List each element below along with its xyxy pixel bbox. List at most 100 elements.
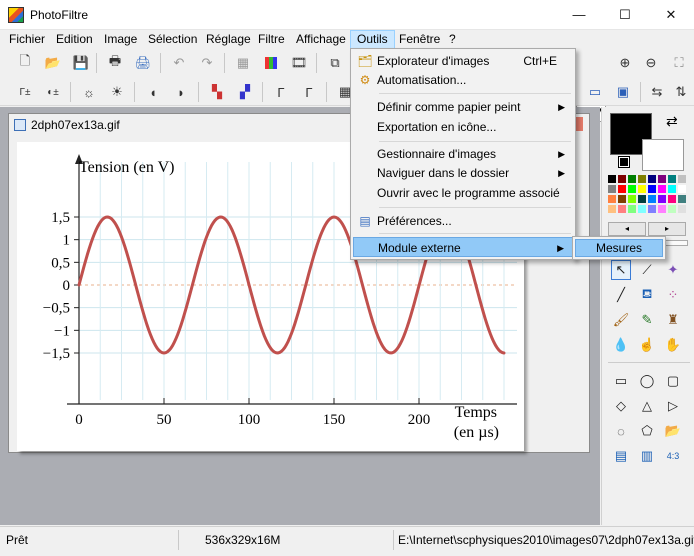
palette-swatch[interactable] <box>678 175 686 183</box>
stamp-icon[interactable]: ♜ <box>663 310 683 330</box>
image-size-icon[interactable]: ▭ <box>584 81 606 103</box>
menu-item-naviguer-dossier[interactable]: Naviguer dans le dossier ▶ <box>353 163 573 183</box>
palette-next-button[interactable]: ▸ <box>648 222 686 236</box>
selection-arrow-icon[interactable]: ↖ <box>611 260 631 280</box>
dimensions-icon[interactable]: ⧉ <box>324 52 346 74</box>
palette-swatch[interactable] <box>638 205 646 213</box>
palette-swatch[interactable] <box>608 175 616 183</box>
lasso-icon[interactable]: ◌ <box>611 421 631 441</box>
palette-swatch[interactable] <box>658 205 666 213</box>
flip-vertical-icon[interactable]: ⇅ <box>670 81 692 103</box>
transparency-icon[interactable]: ▦ <box>232 52 254 74</box>
scan-icon[interactable]: 🖨 <box>132 52 154 74</box>
palette-swatch[interactable] <box>648 175 656 183</box>
menu-outils[interactable]: Outils <box>350 30 395 49</box>
menu-item-explorateur[interactable]: 🗂 Explorateur d'images Ctrl+E <box>353 51 573 71</box>
color-palette[interactable] <box>608 175 690 219</box>
auto-contrast-icon[interactable]: ◐± <box>42 81 64 103</box>
menu-item-preferences[interactable]: ▤ Préférences... <box>353 211 573 231</box>
palette-swatch[interactable] <box>618 195 626 203</box>
flip-horizontal-icon[interactable]: ⇆ <box>646 81 668 103</box>
rectangle-shape-icon[interactable]: ▭ <box>611 371 631 391</box>
maximize-button[interactable]: ☐ <box>602 0 648 30</box>
fill-bucket-icon[interactable]: ⛾ <box>637 285 657 305</box>
menu-item-module-externe[interactable]: Module externe ▶ <box>353 237 573 257</box>
palette-swatch[interactable] <box>608 205 616 213</box>
palette-swatch[interactable] <box>668 185 676 193</box>
undo-icon[interactable]: ↶ <box>168 52 190 74</box>
palette-swatch[interactable] <box>678 185 686 193</box>
fit-window-icon[interactable]: ⛶ <box>668 52 690 74</box>
close-button[interactable]: ✕ <box>648 0 694 30</box>
palette-swatch[interactable] <box>668 205 676 213</box>
menu-edition[interactable]: Edition <box>50 30 99 49</box>
eyedropper-icon[interactable]: ⟋ <box>637 260 657 280</box>
palette-swatch[interactable] <box>638 195 646 203</box>
palette-swatch[interactable] <box>658 195 666 203</box>
open-folder-icon[interactable]: 📂 <box>42 52 64 74</box>
swap-colors-icon[interactable]: ⇄ <box>666 113 678 130</box>
auto-levels-icon[interactable]: Γ± <box>14 81 36 103</box>
palette-swatch[interactable] <box>618 205 626 213</box>
palette-swatch[interactable] <box>628 195 636 203</box>
save-icon[interactable]: 💾 <box>70 52 92 74</box>
palette-swatch[interactable] <box>608 185 616 193</box>
zoom-in-icon[interactable]: ⊕ <box>614 52 636 74</box>
saturation-plus-icon[interactable]: ▞ <box>234 81 256 103</box>
palette-prev-button[interactable]: ◂ <box>608 222 646 236</box>
menu-fichier[interactable]: Fichier <box>3 30 51 49</box>
menu-item-exportation-icone[interactable]: Exportation en icône... <box>353 117 573 137</box>
palette-swatch[interactable] <box>608 195 616 203</box>
palette-swatch[interactable] <box>628 175 636 183</box>
triangle-right-shape-icon[interactable]: ▷ <box>663 396 683 416</box>
menu-reglage[interactable]: Réglage <box>200 30 257 49</box>
line-icon[interactable]: ╱ <box>611 285 631 305</box>
menu-item-automatisation[interactable]: ⚙ Automatisation... <box>353 70 573 90</box>
palette-swatch[interactable] <box>648 185 656 193</box>
palette-swatch[interactable] <box>668 195 676 203</box>
blur-drop-icon[interactable]: 💧 <box>611 335 631 355</box>
brightness-plus-icon[interactable]: ☀ <box>106 81 128 103</box>
brightness-minus-icon[interactable]: ☼ <box>78 81 100 103</box>
film-icon[interactable]: 🎞 <box>288 52 310 74</box>
palette-swatch[interactable] <box>648 205 656 213</box>
palette-swatch[interactable] <box>628 205 636 213</box>
palette-swatch[interactable] <box>618 185 626 193</box>
triangle-shape-icon[interactable]: △ <box>637 396 657 416</box>
redo-icon[interactable]: ↷ <box>196 52 218 74</box>
diamond-shape-icon[interactable]: ◇ <box>611 396 631 416</box>
hand-icon[interactable]: ✋ <box>663 335 683 355</box>
rounded-rect-shape-icon[interactable]: ▢ <box>663 371 683 391</box>
palette-swatch[interactable] <box>678 205 686 213</box>
magic-wand-icon[interactable]: ✦ <box>663 260 683 280</box>
palette-swatch[interactable] <box>668 175 676 183</box>
menu-image[interactable]: Image <box>98 30 143 49</box>
menu-selection[interactable]: Sélection <box>142 30 203 49</box>
contrast-plus-icon[interactable]: ◗ <box>170 81 192 103</box>
palette-swatch[interactable] <box>658 185 666 193</box>
palette-swatch[interactable] <box>638 185 646 193</box>
menu-fenetre[interactable]: Fenêtre <box>393 30 446 49</box>
palette-swatch[interactable] <box>638 175 646 183</box>
brush-icon[interactable]: 🖌 <box>611 310 631 330</box>
smudge-icon[interactable]: ☝ <box>637 335 657 355</box>
menu-item-mesures[interactable]: Mesures <box>575 239 663 257</box>
spray-icon[interactable]: ⁘ <box>663 285 683 305</box>
default-colors-icon[interactable] <box>618 156 630 168</box>
ellipse-shape-icon[interactable]: ◯ <box>637 371 657 391</box>
horizontal-guide-icon[interactable]: ▤ <box>611 446 631 466</box>
contrast-minus-icon[interactable]: ◖ <box>142 81 164 103</box>
menu-item-papier-peint[interactable]: Définir comme papier peint ▶ <box>353 97 573 117</box>
color-grid-icon[interactable] <box>260 52 282 74</box>
gamma-plus-icon[interactable]: Γ <box>298 81 320 103</box>
menu-item-ouvrir-programme[interactable]: Ouvrir avec le programme associé <box>353 183 573 203</box>
palette-swatch[interactable] <box>678 195 686 203</box>
saturation-minus-icon[interactable]: ▚ <box>206 81 228 103</box>
gamma-minus-icon[interactable]: Γ <box>270 81 292 103</box>
new-file-icon[interactable]: 🗋 <box>14 52 36 74</box>
menu-affichage[interactable]: Affichage <box>290 30 352 49</box>
open-selection-icon[interactable]: 📂 <box>663 421 683 441</box>
menu-help[interactable]: ? <box>443 30 462 49</box>
secondary-color[interactable] <box>642 139 684 171</box>
menu-item-gestionnaire[interactable]: Gestionnaire d'images ▶ <box>353 144 573 164</box>
